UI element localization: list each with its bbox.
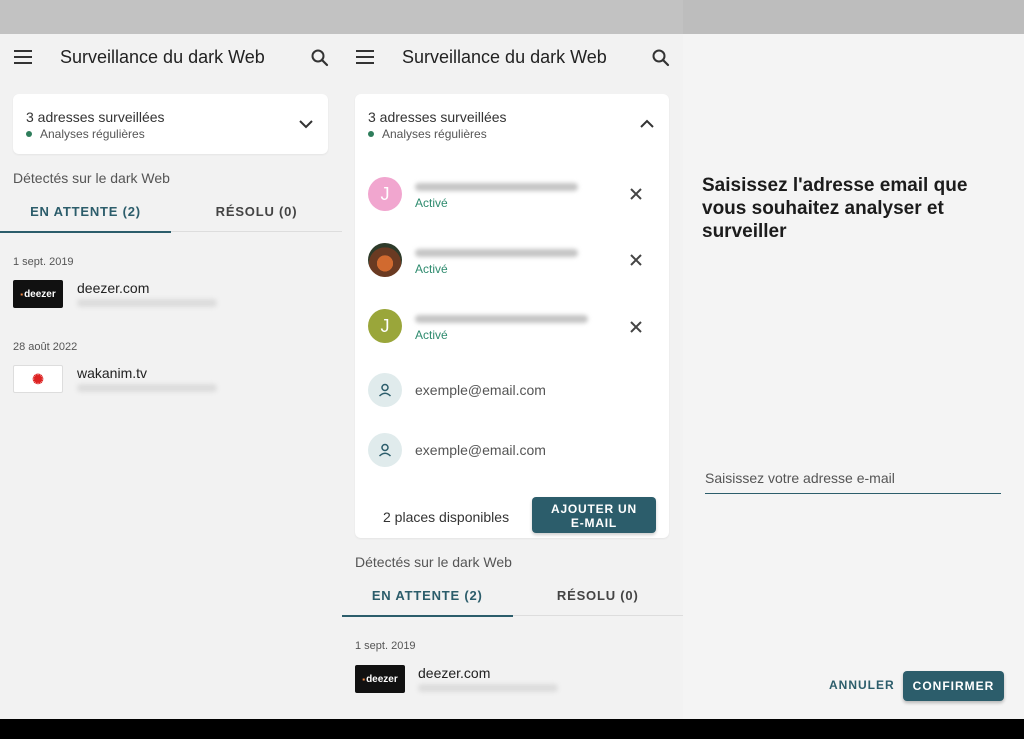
page-title: Surveillance du dark Web	[402, 47, 607, 67]
breach-date: 1 sept. 2019	[355, 640, 416, 652]
empty-slot-email[interactable]: exemple@email.com	[415, 382, 546, 398]
avatar	[368, 243, 402, 277]
wakanim-logo: ✺	[13, 365, 63, 393]
status-bar	[342, 0, 683, 34]
tab-pending[interactable]: EN ATTENTE (2)	[342, 577, 513, 617]
monitoring-summary-card[interactable]: 3 adresses surveillées Analyses régulièr…	[13, 94, 328, 154]
tab-pending[interactable]: EN ATTENTE (2)	[0, 193, 171, 233]
close-icon[interactable]	[629, 253, 643, 267]
add-email-button[interactable]: AJOUTER UN E-MAIL	[532, 497, 656, 533]
summary-subtitle: Analyses régulières	[368, 127, 487, 141]
screen-add-email: Saisissez l'adresse email que vous souha…	[683, 0, 1024, 719]
status-bar	[683, 0, 1024, 34]
screen-dark-web-expanded: Surveillance du dark Web 3 adresses surv…	[342, 0, 683, 719]
breach-site[interactable]: deezer.com	[77, 280, 149, 296]
empty-slot-email[interactable]: exemple@email.com	[415, 442, 546, 458]
app-bar: Surveillance du dark Web	[342, 34, 683, 82]
redacted-email	[77, 299, 217, 307]
deezer-logo: ▪ deezer	[13, 280, 63, 308]
summary-subtitle-text: Analyses régulières	[40, 127, 145, 141]
menu-icon[interactable]	[14, 50, 32, 64]
status-dot	[26, 131, 32, 137]
email-status: Activé	[415, 328, 448, 342]
chevron-up-icon[interactable]	[639, 116, 655, 132]
avatar: J	[368, 309, 402, 343]
summary-subtitle-text: Analyses régulières	[382, 127, 487, 141]
add-email-button-line1: AJOUTER UN	[550, 502, 637, 516]
tab-bar: EN ATTENTE (2) RÉSOLU (0)	[342, 577, 683, 617]
person-icon	[378, 383, 392, 397]
person-icon	[378, 443, 392, 457]
redacted-email	[415, 249, 578, 257]
places-available: 2 places disponibles	[383, 509, 510, 525]
summary-subtitle: Analyses régulières	[26, 127, 145, 141]
redacted-email	[415, 315, 588, 323]
monitoring-summary-card-expanded: 3 adresses surveillées Analyses régulièr…	[355, 94, 669, 538]
summary-title: 3 adresses surveillées	[368, 109, 507, 125]
empty-slot-avatar	[368, 433, 402, 467]
redacted-email	[77, 384, 217, 392]
summary-title: 3 adresses surveillées	[26, 109, 165, 125]
screen-dark-web-list: Surveillance du dark Web 3 adresses surv…	[0, 0, 342, 719]
breach-site[interactable]: deezer.com	[418, 665, 490, 681]
tab-resolved[interactable]: RÉSOLU (0)	[513, 577, 684, 617]
add-email-button-line2: E-MAIL	[570, 516, 618, 530]
confirm-button[interactable]: CONFIRMER	[903, 671, 1004, 701]
status-bar	[0, 0, 342, 34]
page-title: Surveillance du dark Web	[60, 47, 265, 67]
breach-date: 28 août 2022	[13, 341, 78, 353]
breach-date: 1 sept. 2019	[13, 256, 74, 268]
add-email-prompt: Saisissez l'adresse email que vous souha…	[702, 175, 968, 242]
section-label: Détectés sur le dark Web	[13, 170, 170, 186]
email-status: Activé	[415, 262, 448, 276]
status-dot	[368, 131, 374, 137]
chevron-down-icon[interactable]	[298, 116, 314, 132]
search-icon[interactable]	[310, 48, 330, 68]
close-icon[interactable]	[629, 187, 643, 201]
cancel-button[interactable]: ANNULER	[821, 672, 903, 698]
breach-site[interactable]: wakanim.tv	[77, 365, 147, 381]
deezer-logo: ▪ deezer	[355, 665, 405, 693]
close-icon[interactable]	[629, 320, 643, 334]
search-icon[interactable]	[651, 48, 671, 68]
app-bar: Surveillance du dark Web	[0, 34, 342, 82]
tab-resolved[interactable]: RÉSOLU (0)	[171, 193, 342, 233]
avatar: J	[368, 177, 402, 211]
section-label: Détectés sur le dark Web	[355, 554, 512, 570]
tab-bar: EN ATTENTE (2) RÉSOLU (0)	[0, 193, 342, 233]
email-status: Activé	[415, 196, 448, 210]
email-field[interactable]	[705, 466, 1001, 494]
redacted-email	[418, 684, 558, 692]
menu-icon[interactable]	[356, 50, 374, 64]
empty-slot-avatar	[368, 373, 402, 407]
redacted-email	[415, 183, 578, 191]
